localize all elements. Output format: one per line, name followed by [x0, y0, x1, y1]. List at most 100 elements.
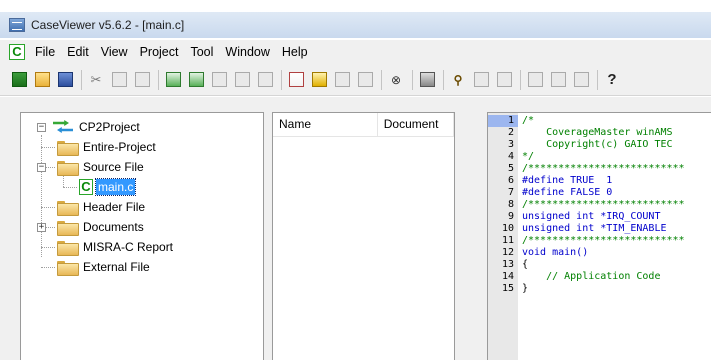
window3-icon[interactable] — [572, 71, 590, 89]
folder-icon — [57, 220, 79, 236]
column-header-name[interactable]: Name — [273, 113, 378, 137]
line-number: 5 — [507, 163, 514, 174]
tree-connector — [63, 187, 77, 188]
stop-icon[interactable]: ⊗ — [387, 71, 405, 89]
window-icon[interactable] — [526, 71, 544, 89]
menu-edit[interactable]: Edit — [61, 45, 95, 59]
print-icon[interactable] — [418, 71, 436, 89]
toolbar-separator — [412, 69, 413, 90]
open-icon[interactable] — [33, 71, 51, 89]
tree-item-label: Header File — [83, 200, 146, 214]
code-line[interactable]: 4 */ — [488, 151, 711, 163]
copy-icon[interactable] — [110, 71, 128, 89]
import-icon[interactable] — [472, 71, 490, 89]
code-line[interactable]: 10 unsigned int *TIM_ENABLE — [488, 223, 711, 235]
code-text: /* — [522, 115, 535, 126]
line-number: 3 — [507, 139, 514, 150]
tree-item-external-file[interactable]: External File — [57, 257, 150, 277]
list-header: Name Document — [273, 113, 454, 137]
list-icon[interactable] — [333, 71, 351, 89]
line-number: 11 — [501, 235, 514, 246]
expand-icon[interactable]: + — [37, 223, 46, 232]
document-c-icon[interactable]: C — [9, 44, 25, 60]
tree-item-source-file[interactable]: − Source File — [21, 157, 144, 177]
code-line[interactable]: 11 /************************** — [488, 235, 711, 247]
code-line[interactable]: 2 CoverageMaster winAMS — [488, 127, 711, 139]
analyze-all-icon[interactable] — [187, 71, 205, 89]
menu-window[interactable]: Window — [219, 45, 275, 59]
line-number: 6 — [507, 175, 514, 186]
collapse-icon[interactable]: − — [37, 123, 46, 132]
graph-icon[interactable] — [310, 71, 328, 89]
code-line[interactable]: 1 /* — [488, 115, 711, 127]
tree-item-label: CP2Project — [79, 120, 140, 134]
toolbar-separator — [281, 69, 282, 90]
tree-item-header-file[interactable]: Header File — [57, 197, 145, 217]
code-line[interactable]: 7 #define FALSE 0 — [488, 187, 711, 199]
menu-tool[interactable]: Tool — [184, 45, 219, 59]
analyze-icon[interactable] — [164, 71, 182, 89]
code-line[interactable]: 14 // Application Code — [488, 271, 711, 283]
list2-icon[interactable] — [356, 71, 374, 89]
toolbar: ✂ ⊗ ⚲ ? — [0, 64, 711, 96]
code-line[interactable]: 13 { — [488, 259, 711, 271]
code-line[interactable]: 8 /************************** — [488, 199, 711, 211]
save-icon[interactable] — [56, 71, 74, 89]
tree-item-entire-project[interactable]: Entire-Project — [57, 137, 156, 157]
export-html-icon[interactable] — [233, 71, 251, 89]
menu-view[interactable]: View — [95, 45, 134, 59]
code-text: #define TRUE 1 — [522, 175, 613, 186]
code-line[interactable]: 9 unsigned int *IRQ_COUNT — [488, 211, 711, 223]
cut-icon[interactable]: ✂ — [87, 71, 105, 89]
folder-icon — [57, 240, 79, 256]
line-number: 7 — [507, 187, 514, 198]
document-list[interactable]: Name Document — [272, 112, 455, 360]
line-number: 13 — [501, 259, 514, 270]
code-line[interactable]: 12 void main() — [488, 247, 711, 259]
code-text: unsigned int *TIM_ENABLE — [522, 223, 667, 234]
toolbar-separator — [520, 69, 521, 90]
report-icon[interactable] — [210, 71, 228, 89]
coverage-icon[interactable] — [287, 71, 305, 89]
tree-connector — [41, 147, 55, 148]
tree-item-documents[interactable]: + Documents — [21, 217, 144, 237]
code-text: unsigned int *IRQ_COUNT — [522, 211, 661, 222]
paste-icon[interactable] — [133, 71, 151, 89]
line-number: 8 — [507, 199, 514, 210]
tree-connector — [41, 247, 55, 248]
toolbar-separator — [597, 69, 598, 90]
tree-connector — [41, 135, 42, 257]
tree-item-label: Documents — [83, 220, 144, 234]
code-line[interactable]: 3 Copyright(c) GAIO TEC — [488, 139, 711, 151]
c-file-icon: C — [79, 179, 93, 195]
help-icon[interactable]: ? — [603, 71, 621, 89]
code-editor[interactable]: 1 /* 2 CoverageMaster winAMS 3 Copyright(c)… — [487, 112, 711, 360]
menu-help[interactable]: Help — [276, 45, 314, 59]
new-project-icon[interactable] — [10, 71, 28, 89]
menu-file[interactable]: File — [29, 45, 61, 59]
code-text: Copyright(c) GAIO TEC — [522, 139, 673, 150]
tree-item-project-root[interactable]: − CP2Project — [21, 117, 140, 137]
column-header-document[interactable]: Document — [378, 113, 454, 137]
code-line[interactable]: 15} — [488, 283, 711, 295]
project-tree[interactable]: − CP2Project Entire-Project − Source Fil… — [20, 112, 264, 360]
folder-icon — [57, 200, 79, 216]
tree-item-main-c[interactable]: C main.c — [79, 177, 137, 197]
code-text: /************************** — [522, 199, 685, 210]
project-icon — [53, 120, 73, 134]
code-line[interactable]: 5 /************************** — [488, 163, 711, 175]
line-number: 1 — [488, 115, 518, 127]
collapse-icon[interactable]: − — [37, 163, 46, 172]
folder-icon — [57, 160, 79, 176]
app-icon — [9, 18, 25, 32]
menu-project[interactable]: Project — [134, 45, 185, 59]
code-text: /************************** — [522, 235, 685, 246]
export-word-icon[interactable] — [256, 71, 274, 89]
tree-item-misra-report[interactable]: MISRA-C Report — [57, 237, 173, 257]
code-line[interactable]: 6 #define TRUE 1 — [488, 175, 711, 187]
find-icon[interactable]: ⚲ — [449, 71, 467, 89]
export-icon[interactable] — [495, 71, 513, 89]
code-text: } — [522, 283, 529, 294]
code-text: // Application Code — [522, 271, 661, 282]
window2-icon[interactable] — [549, 71, 567, 89]
